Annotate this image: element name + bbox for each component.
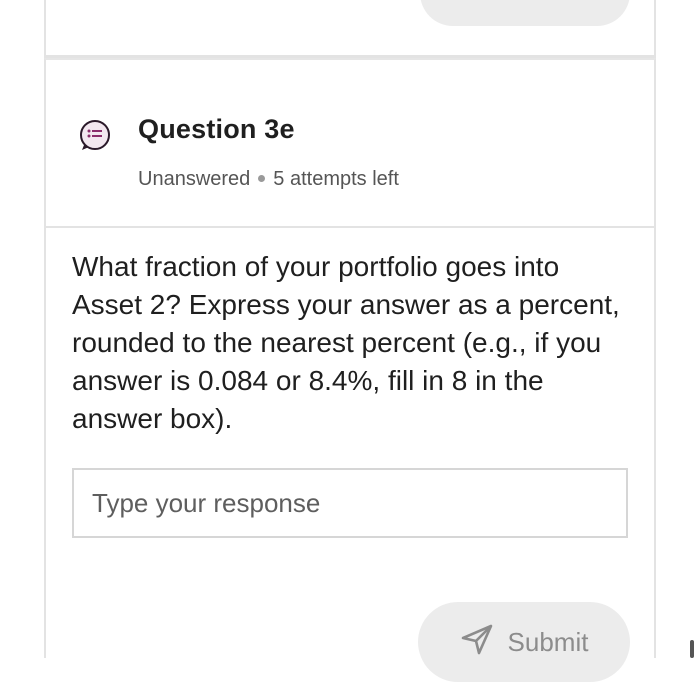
- list-question-icon: [78, 118, 112, 152]
- submit-button[interactable]: Submit: [418, 602, 630, 682]
- question-status: Unanswered 5 attempts left: [138, 168, 399, 191]
- response-input[interactable]: [72, 468, 628, 538]
- question-prompt: What fraction of your portfolio goes int…: [72, 251, 620, 434]
- scrollbar-thumb[interactable]: [690, 640, 694, 658]
- previous-question-card: [44, 0, 656, 58]
- status-label: Unanswered: [138, 168, 251, 190]
- attempts-left: 5 attempts left: [273, 168, 399, 190]
- submit-label: Submit: [507, 626, 589, 657]
- question-header: Question 3e Unanswered 5 attempts left: [46, 60, 654, 228]
- previous-submit-button[interactable]: [420, 0, 630, 26]
- separator-dot: [258, 174, 266, 182]
- question-card: Question 3e Unanswered 5 attempts left Wh…: [44, 58, 656, 682]
- question-title: Question 3e: [138, 114, 295, 144]
- send-arrow-icon: [460, 622, 494, 663]
